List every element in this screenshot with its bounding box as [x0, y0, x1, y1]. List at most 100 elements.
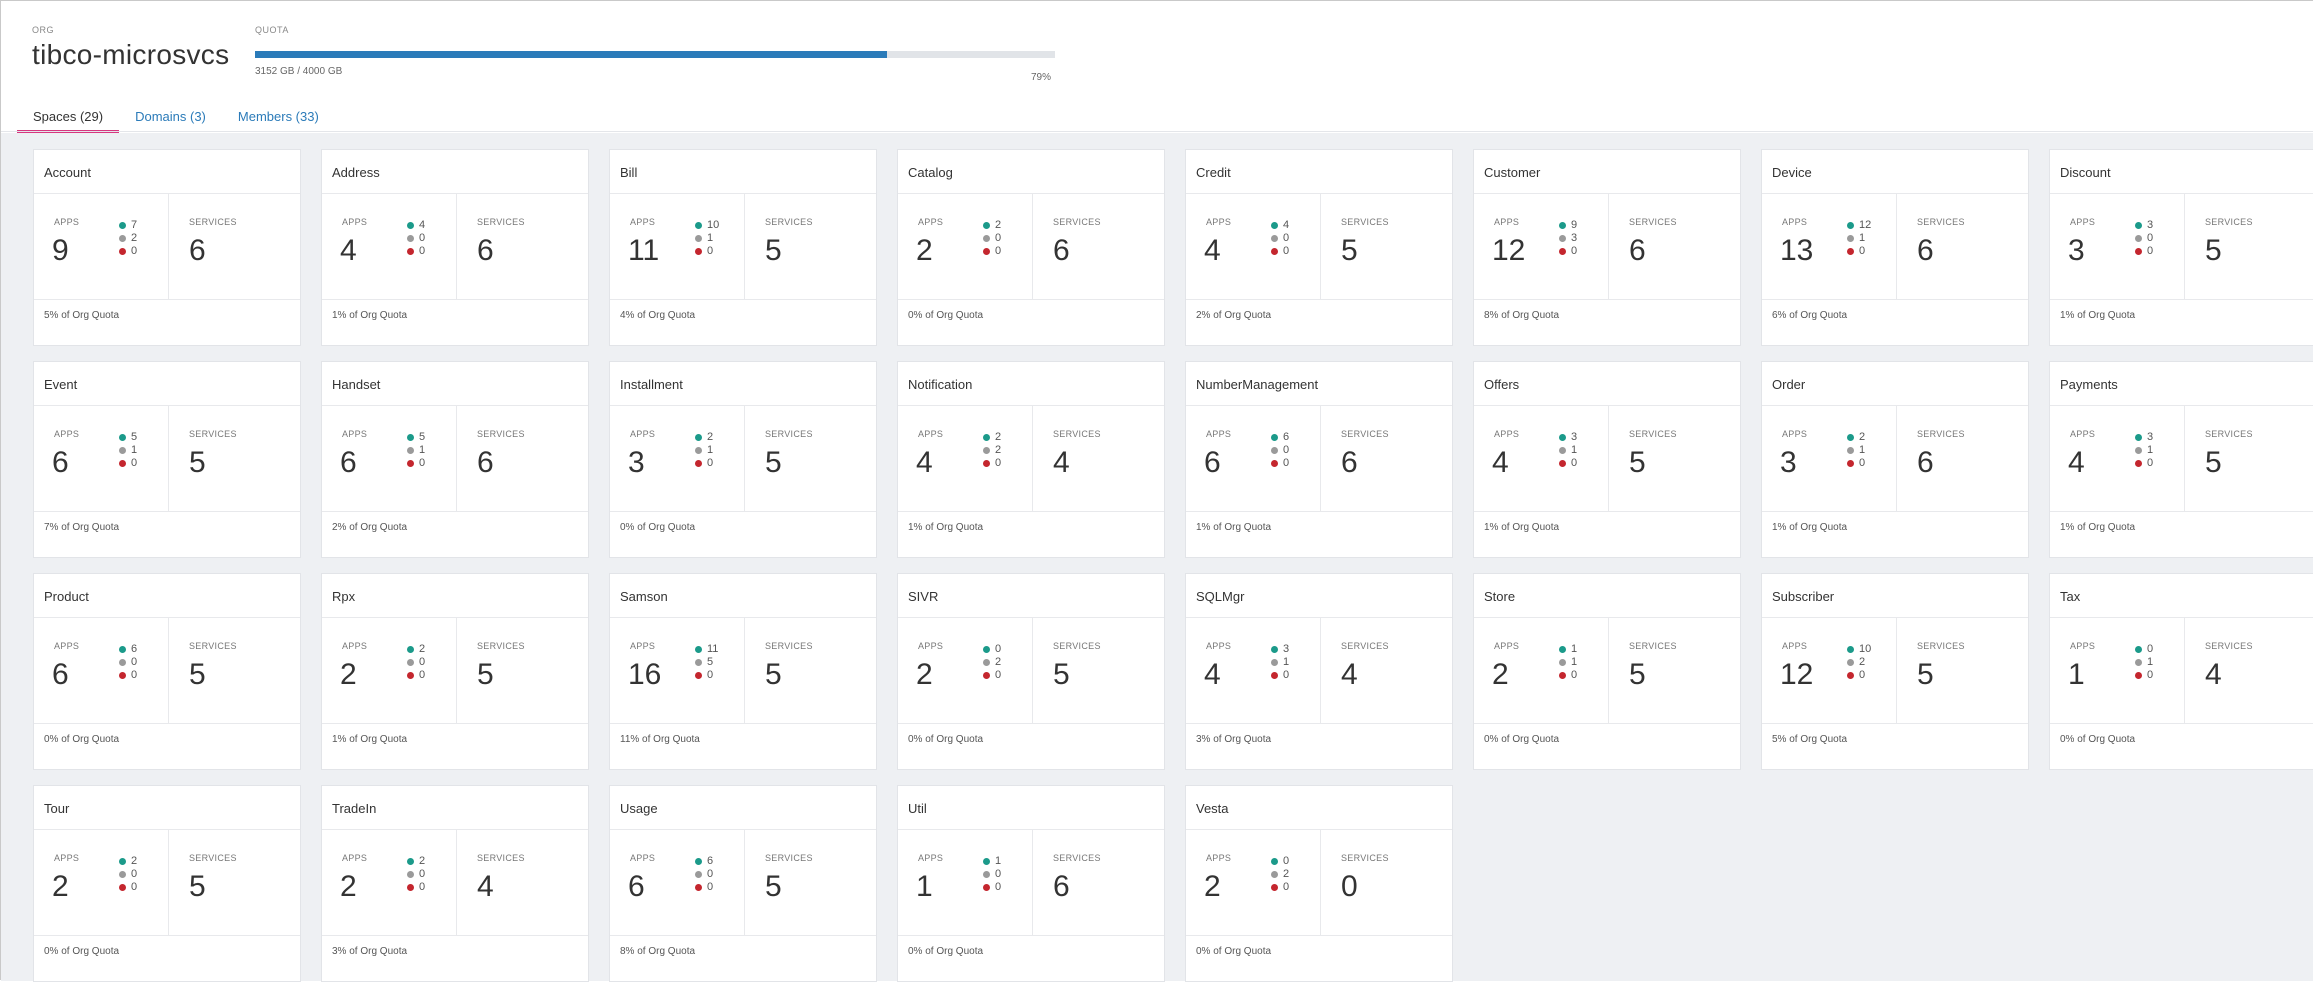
crashed-count: 0 [2135, 457, 2153, 470]
app-status-counts: 1 1 0 [1559, 643, 1577, 682]
space-card[interactable]: Payments APPS 4 3 1 0 SERVICES 5 1% of O… [2049, 361, 2313, 558]
space-card[interactable]: NumberManagement APPS 6 6 0 0 SERVICES 6… [1185, 361, 1453, 558]
stopped-dot-icon [983, 871, 990, 878]
apps-label: APPS [342, 853, 368, 863]
space-stats: APPS 2 0 2 0 SERVICES 0 [1186, 830, 1452, 936]
space-card[interactable]: Offers APPS 4 3 1 0 SERVICES 5 1% of Org… [1473, 361, 1741, 558]
space-card[interactable]: TradeIn APPS 2 2 0 0 SERVICES 4 3% of Or… [321, 785, 589, 982]
apps-count: 13 [1780, 234, 1814, 267]
stopped-dot-icon [1847, 659, 1854, 666]
crashed-count: 0 [1847, 245, 1871, 258]
space-card[interactable]: Tax APPS 1 0 1 0 SERVICES 4 0% of Org Qu… [2049, 573, 2313, 770]
stopped-dot-icon [1847, 447, 1854, 454]
tab-members[interactable]: Members (33) [222, 105, 335, 133]
stopped-count: 0 [119, 656, 137, 669]
space-card[interactable]: Account APPS 9 7 2 0 SERVICES 6 5% of Or… [33, 149, 301, 346]
stopped-count: 1 [407, 444, 425, 457]
running-count: 10 [695, 219, 719, 232]
apps-section: APPS 4 2 2 0 [898, 406, 1033, 511]
tab-domains[interactable]: Domains (3) [119, 105, 222, 133]
services-label: SERVICES [765, 641, 813, 651]
crashed-dot-icon [119, 884, 126, 891]
stopped-count: 1 [695, 444, 713, 457]
apps-section: APPS 9 7 2 0 [34, 194, 169, 299]
space-card[interactable]: Address APPS 4 4 0 0 SERVICES 6 1% of Or… [321, 149, 589, 346]
space-card[interactable]: Vesta APPS 2 0 2 0 SERVICES 0 0% of Org … [1185, 785, 1453, 982]
space-card[interactable]: Customer APPS 12 9 3 0 SERVICES 6 8% of … [1473, 149, 1741, 346]
app-status-counts: 11 5 0 [695, 643, 718, 682]
apps-label: APPS [342, 641, 368, 651]
stopped-count: 0 [695, 868, 713, 881]
running-value: 5 [131, 431, 138, 443]
apps-count: 11 [628, 234, 660, 267]
apps-section: APPS 3 2 1 0 [1762, 406, 1897, 511]
services-count: 6 [1629, 234, 1646, 267]
running-count: 2 [983, 219, 1001, 232]
space-card[interactable]: Discount APPS 3 3 0 0 SERVICES 5 1% of O… [2049, 149, 2313, 346]
stopped-value: 2 [1859, 656, 1866, 668]
running-dot-icon [1271, 646, 1278, 653]
apps-label: APPS [2070, 217, 2096, 227]
space-quota-text: 0% of Org Quota [908, 946, 984, 957]
space-quota-text: 0% of Org Quota [2060, 734, 2136, 745]
quota-progress-bar [255, 51, 1055, 58]
crashed-count: 0 [1271, 669, 1289, 682]
crashed-value: 0 [1859, 457, 1866, 469]
apps-count: 3 [2068, 234, 2085, 267]
crashed-count: 0 [983, 245, 1001, 258]
crashed-count: 0 [2135, 245, 2153, 258]
space-card[interactable]: Catalog APPS 2 2 0 0 SERVICES 6 0% of Or… [897, 149, 1165, 346]
space-card[interactable]: Usage APPS 6 6 0 0 SERVICES 5 8% of Org … [609, 785, 877, 982]
space-card[interactable]: SQLMgr APPS 4 3 1 0 SERVICES 4 3% of Org… [1185, 573, 1453, 770]
apps-section: APPS 6 6 0 0 [1186, 406, 1321, 511]
space-card[interactable]: Samson APPS 16 11 5 0 SERVICES 5 11% of … [609, 573, 877, 770]
tab-spaces[interactable]: Spaces (29) [17, 105, 120, 133]
crashed-value: 0 [131, 457, 138, 469]
crashed-value: 0 [1859, 669, 1866, 681]
space-card[interactable]: Installment APPS 3 2 1 0 SERVICES 5 0% o… [609, 361, 877, 558]
space-card[interactable]: SIVR APPS 2 0 2 0 SERVICES 5 0% of Org Q… [897, 573, 1165, 770]
running-count: 6 [1271, 431, 1289, 444]
space-card[interactable]: Product APPS 6 6 0 0 SERVICES 5 0% of Or… [33, 573, 301, 770]
apps-count: 6 [1204, 446, 1221, 479]
space-card[interactable]: Tour APPS 2 2 0 0 SERVICES 5 0% of Org Q… [33, 785, 301, 982]
space-card[interactable]: Event APPS 6 5 1 0 SERVICES 5 7% of Org … [33, 361, 301, 558]
space-card[interactable]: Device APPS 13 12 1 0 SERVICES 6 6% of O… [1761, 149, 2029, 346]
space-card[interactable]: Order APPS 3 2 1 0 SERVICES 6 1% of Org … [1761, 361, 2029, 558]
crashed-value: 0 [2147, 457, 2154, 469]
apps-label: APPS [918, 641, 944, 651]
app-status-counts: 0 2 0 [1271, 855, 1289, 894]
app-window: ORG tibco-microsvcs QUOTA 3152 GB / 4000… [0, 0, 2313, 982]
stopped-count: 2 [983, 444, 1001, 457]
space-card[interactable]: Subscriber APPS 12 10 2 0 SERVICES 5 5% … [1761, 573, 2029, 770]
running-value: 2 [707, 431, 714, 443]
crashed-dot-icon [119, 672, 126, 679]
space-card[interactable]: Handset APPS 6 5 1 0 SERVICES 6 2% of Or… [321, 361, 589, 558]
running-dot-icon [119, 222, 126, 229]
running-dot-icon [407, 434, 414, 441]
space-card[interactable]: Bill APPS 11 10 1 0 SERVICES 5 4% of Org… [609, 149, 877, 346]
space-card[interactable]: Rpx APPS 2 2 0 0 SERVICES 5 1% of Org Qu… [321, 573, 589, 770]
app-status-counts: 3 0 0 [2135, 219, 2153, 258]
app-status-counts: 5 1 0 [119, 431, 137, 470]
space-card[interactable]: Credit APPS 4 4 0 0 SERVICES 5 2% of Org… [1185, 149, 1453, 346]
space-quota-text: 0% of Org Quota [44, 734, 120, 745]
crashed-value: 0 [1283, 245, 1290, 257]
space-card[interactable]: Util APPS 1 1 0 0 SERVICES 6 0% of Org Q… [897, 785, 1165, 982]
stopped-value: 1 [2147, 444, 2154, 456]
space-stats: APPS 6 5 1 0 SERVICES 6 [322, 406, 588, 512]
services-count: 6 [1053, 870, 1070, 903]
apps-label: APPS [1494, 429, 1520, 439]
space-card[interactable]: Store APPS 2 1 1 0 SERVICES 5 0% of Org … [1473, 573, 1741, 770]
crashed-count: 0 [695, 881, 713, 894]
services-section: SERVICES 5 [1609, 406, 1740, 511]
app-status-counts: 1 0 0 [983, 855, 1001, 894]
apps-count: 3 [1780, 446, 1797, 479]
services-section: SERVICES 4 [457, 830, 588, 935]
running-count: 2 [119, 855, 137, 868]
services-count: 5 [1341, 234, 1358, 267]
running-dot-icon [407, 222, 414, 229]
crashed-value: 0 [1283, 457, 1290, 469]
space-card[interactable]: Notification APPS 4 2 2 0 SERVICES 4 1% … [897, 361, 1165, 558]
stopped-count: 1 [1847, 444, 1865, 457]
